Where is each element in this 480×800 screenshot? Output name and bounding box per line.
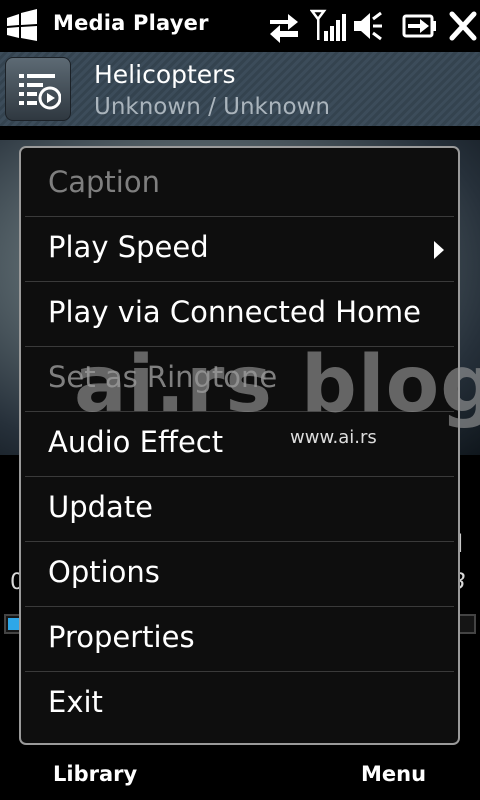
menu-item-properties[interactable]: Properties <box>25 607 454 672</box>
track-title: Helicopters <box>94 60 236 89</box>
menu-item-label: Audio Effect <box>48 425 224 459</box>
softkey-bar: Library Menu <box>0 748 480 800</box>
menu-item-label: Play Speed <box>48 230 209 264</box>
menu-item-exit[interactable]: Exit <box>25 672 454 737</box>
menu-item-update[interactable]: Update <box>25 477 454 542</box>
close-icon[interactable] <box>448 9 478 43</box>
menu-item-label: Play via Connected Home <box>48 295 421 329</box>
menu-softkey[interactable]: Menu <box>361 762 426 786</box>
battery-charging-icon[interactable] <box>402 9 438 43</box>
data-sync-icon[interactable] <box>268 9 300 43</box>
menu-item-caption: Caption <box>25 152 454 217</box>
app-title: Media Player <box>53 11 209 35</box>
library-softkey[interactable]: Library <box>53 762 137 786</box>
watermark-url: www.ai.rs <box>290 427 377 448</box>
menu-item-label: Properties <box>48 620 195 654</box>
volume-muted-icon[interactable] <box>352 9 382 43</box>
menu-item-play-speed[interactable]: Play Speed <box>25 217 454 282</box>
menu-item-options[interactable]: Options <box>25 542 454 607</box>
menu-item-label: Update <box>48 490 154 524</box>
signal-strength-icon[interactable] <box>310 9 346 43</box>
menu-item-label: Exit <box>48 685 103 719</box>
menu-item-play-via-connected-home[interactable]: Play via Connected Home <box>25 282 454 347</box>
windows-start-icon[interactable] <box>4 9 40 43</box>
track-artist-album: Unknown / Unknown <box>94 94 330 120</box>
playlist-button[interactable] <box>5 57 71 121</box>
playlist-icon <box>19 74 61 110</box>
menu-item-label: Options <box>48 555 160 589</box>
watermark-text: ai.rs blog <box>74 340 480 430</box>
submenu-arrow-icon <box>434 241 444 259</box>
now-playing-header: Helicopters Unknown / Unknown <box>0 52 480 126</box>
menu-item-label: Caption <box>48 165 160 199</box>
context-menu: Caption Play Speed Play via Connected Ho… <box>19 146 460 745</box>
status-bar: Media Player <box>0 0 480 52</box>
